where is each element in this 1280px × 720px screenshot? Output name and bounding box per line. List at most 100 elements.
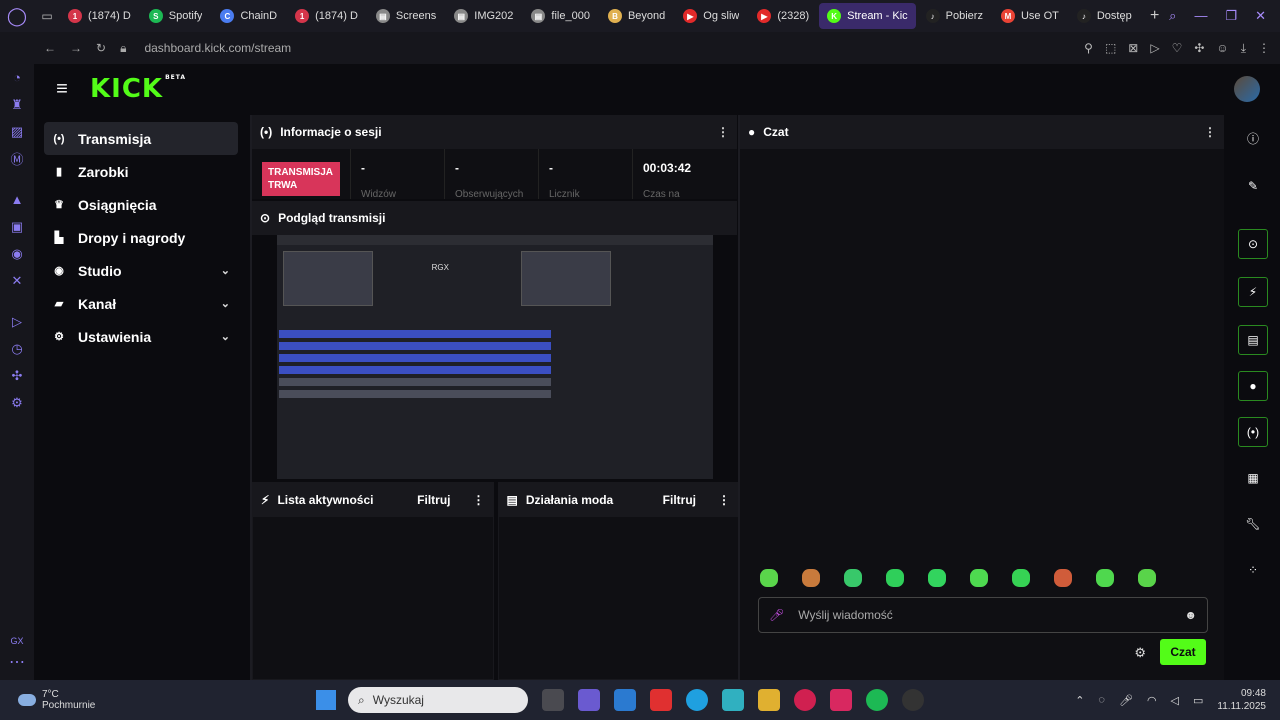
- taskbar-search[interactable]: ⌕ Wyszukaj: [348, 687, 528, 713]
- emote-icon[interactable]: [760, 569, 778, 587]
- edge-app-icon[interactable]: [686, 689, 708, 711]
- obs-app-icon[interactable]: [902, 689, 924, 711]
- browser-tab[interactable]: ▶ (2328): [749, 3, 817, 29]
- chevron-up-icon[interactable]: ⌃: [1075, 694, 1084, 707]
- browser-tab[interactable]: S Spotify: [141, 3, 211, 29]
- more-icon[interactable]: ⋯: [9, 652, 25, 672]
- puzzle-icon[interactable]: ✣: [1194, 41, 1204, 56]
- emoji-icon[interactable]: ☻: [1184, 608, 1197, 622]
- download-icon[interactable]: ⤓: [1241, 41, 1246, 56]
- tiktok-app-icon[interactable]: [830, 689, 852, 711]
- emote-icon[interactable]: [1096, 569, 1114, 587]
- back-icon[interactable]: ←: [44, 41, 56, 55]
- teams-app-icon[interactable]: [578, 689, 600, 711]
- close-button[interactable]: ✕: [1255, 8, 1266, 24]
- activity-filter-button[interactable]: Filtruj: [417, 493, 450, 507]
- x-icon[interactable]: ✕: [0, 267, 34, 294]
- opera-logo-icon[interactable]: ◯: [0, 0, 34, 32]
- mail-icon[interactable]: Ⓜ: [0, 145, 34, 172]
- emote-icon[interactable]: [844, 569, 862, 587]
- app-tray-icon[interactable]: ◌: [1098, 694, 1105, 706]
- workspace-icon[interactable]: ▭: [34, 0, 60, 32]
- account-icon[interactable]: ☺: [1216, 41, 1228, 56]
- nav-item[interactable]: ⚙ Ustawienia ⌄: [44, 320, 238, 353]
- wrench-icon[interactable]: 🔧︎: [1238, 509, 1268, 539]
- gx-corner-icon[interactable]: ◔: [0, 64, 34, 91]
- broadcast-icon[interactable]: (•): [1238, 417, 1268, 447]
- minimize-button[interactable]: —: [1194, 8, 1207, 24]
- emote-icon[interactable]: [970, 569, 988, 587]
- hamburger-icon[interactable]: ≡: [34, 78, 90, 101]
- player-icon[interactable]: ▷: [0, 308, 34, 335]
- gx-control-icon[interactable]: ♜: [0, 91, 34, 118]
- chat-icon[interactable]: ●: [1238, 371, 1268, 401]
- info-icon[interactable]: ⓘ: [1238, 123, 1268, 153]
- python-app-icon[interactable]: [722, 689, 744, 711]
- send-icon[interactable]: ▷: [1150, 41, 1159, 56]
- browser-tab[interactable]: M Use OT: [993, 3, 1067, 29]
- chevron-down-icon[interactable]: ⌄: [221, 297, 230, 310]
- browser-tab[interactable]: ▶ Og sliw: [675, 3, 747, 29]
- chevron-down-icon[interactable]: ⌄: [221, 330, 230, 343]
- browser-tab[interactable]: 1 (1874) D: [287, 3, 366, 29]
- emote-icon[interactable]: [802, 569, 820, 587]
- emote-icon[interactable]: [1012, 569, 1030, 587]
- chat-send-button[interactable]: Czat: [1160, 639, 1206, 665]
- apps-icon[interactable]: ⁘: [1238, 555, 1268, 585]
- twitch-icon[interactable]: ▣: [0, 213, 34, 240]
- battery-icon[interactable]: ▭: [1193, 694, 1203, 707]
- nav-item[interactable]: ▰ Kanał ⌄: [44, 287, 238, 320]
- files-app-icon[interactable]: [542, 689, 564, 711]
- kebab-menu-icon[interactable]: ⋮: [1204, 125, 1216, 139]
- nav-item[interactable]: ♛ Osiągnięcia: [44, 188, 238, 221]
- emote-icon[interactable]: [1054, 569, 1072, 587]
- spotify-app-icon[interactable]: [866, 689, 888, 711]
- history-icon[interactable]: ◷: [0, 335, 34, 362]
- forward-icon[interactable]: →: [70, 41, 82, 55]
- emote-icon[interactable]: [1138, 569, 1156, 587]
- avatar[interactable]: [1234, 76, 1260, 102]
- browser-tab[interactable]: C ChainD: [212, 3, 285, 29]
- browser-tab[interactable]: ▤ Screens: [368, 3, 444, 29]
- browser-tab[interactable]: ▤ IMG202: [446, 3, 521, 29]
- pin-icon[interactable]: ⚲: [1084, 41, 1093, 56]
- kebab-menu-icon[interactable]: ⋮: [473, 493, 485, 507]
- nav-item[interactable]: ◉ Studio ⌄: [44, 254, 238, 287]
- mic-icon[interactable]: 🎤︎: [1119, 694, 1133, 707]
- chevron-down-icon[interactable]: ⌄: [221, 264, 230, 277]
- clock[interactable]: 09:48 11.11.2025: [1217, 687, 1266, 713]
- nav-item[interactable]: ▮ Zarobki: [44, 155, 238, 188]
- new-tab-button[interactable]: +: [1142, 7, 1168, 25]
- folder-app-icon[interactable]: [758, 689, 780, 711]
- search-tabs-icon[interactable]: ⌕: [1169, 8, 1176, 24]
- start-icon[interactable]: [316, 690, 336, 710]
- volume-icon[interactable]: ◁: [1171, 694, 1179, 707]
- extensions-icon[interactable]: ✣: [0, 362, 34, 389]
- snapshot-icon[interactable]: ⬚: [1105, 41, 1116, 56]
- emote-icon[interactable]: [928, 569, 946, 587]
- settings-icon[interactable]: ⚙: [0, 389, 34, 416]
- kebab-menu-icon[interactable]: ⋮: [717, 125, 729, 139]
- notes-icon[interactable]: ▤: [1238, 325, 1268, 355]
- browser-tab[interactable]: 1 (1874) D: [60, 3, 139, 29]
- menu-icon[interactable]: ⋮: [1258, 41, 1270, 56]
- restore-button[interactable]: ❐: [1225, 8, 1237, 24]
- kebab-menu-icon[interactable]: ⋮: [718, 493, 730, 507]
- kick-logo[interactable]: KICK BETA: [90, 74, 186, 104]
- opera-gx-app-icon[interactable]: [794, 689, 816, 711]
- camera-icon[interactable]: ⊙: [1238, 229, 1268, 259]
- nav-item[interactable]: (•) Transmisja: [44, 122, 238, 155]
- browser-tab[interactable]: ▤ file_000: [523, 3, 598, 29]
- cleaner-icon[interactable]: ▨: [0, 118, 34, 145]
- nav-item[interactable]: ▙ Dropy i nagrody: [44, 221, 238, 254]
- layout-icon[interactable]: ▦: [1238, 463, 1268, 493]
- browser-tab[interactable]: B Beyond: [600, 3, 673, 29]
- heart-icon[interactable]: ♡: [1172, 41, 1183, 56]
- emote-icon[interactable]: [886, 569, 904, 587]
- browser-tab[interactable]: ♪ Dostęp: [1069, 3, 1140, 29]
- browser-tab[interactable]: K Stream - Kic: [819, 3, 916, 29]
- weather-widget[interactable]: 7°C Pochmurnie: [0, 689, 290, 711]
- url-text[interactable]: dashboard.kick.com/stream: [144, 41, 291, 55]
- shield-icon[interactable]: ⊠: [1128, 41, 1138, 56]
- stream-preview[interactable]: RGX: [277, 235, 713, 479]
